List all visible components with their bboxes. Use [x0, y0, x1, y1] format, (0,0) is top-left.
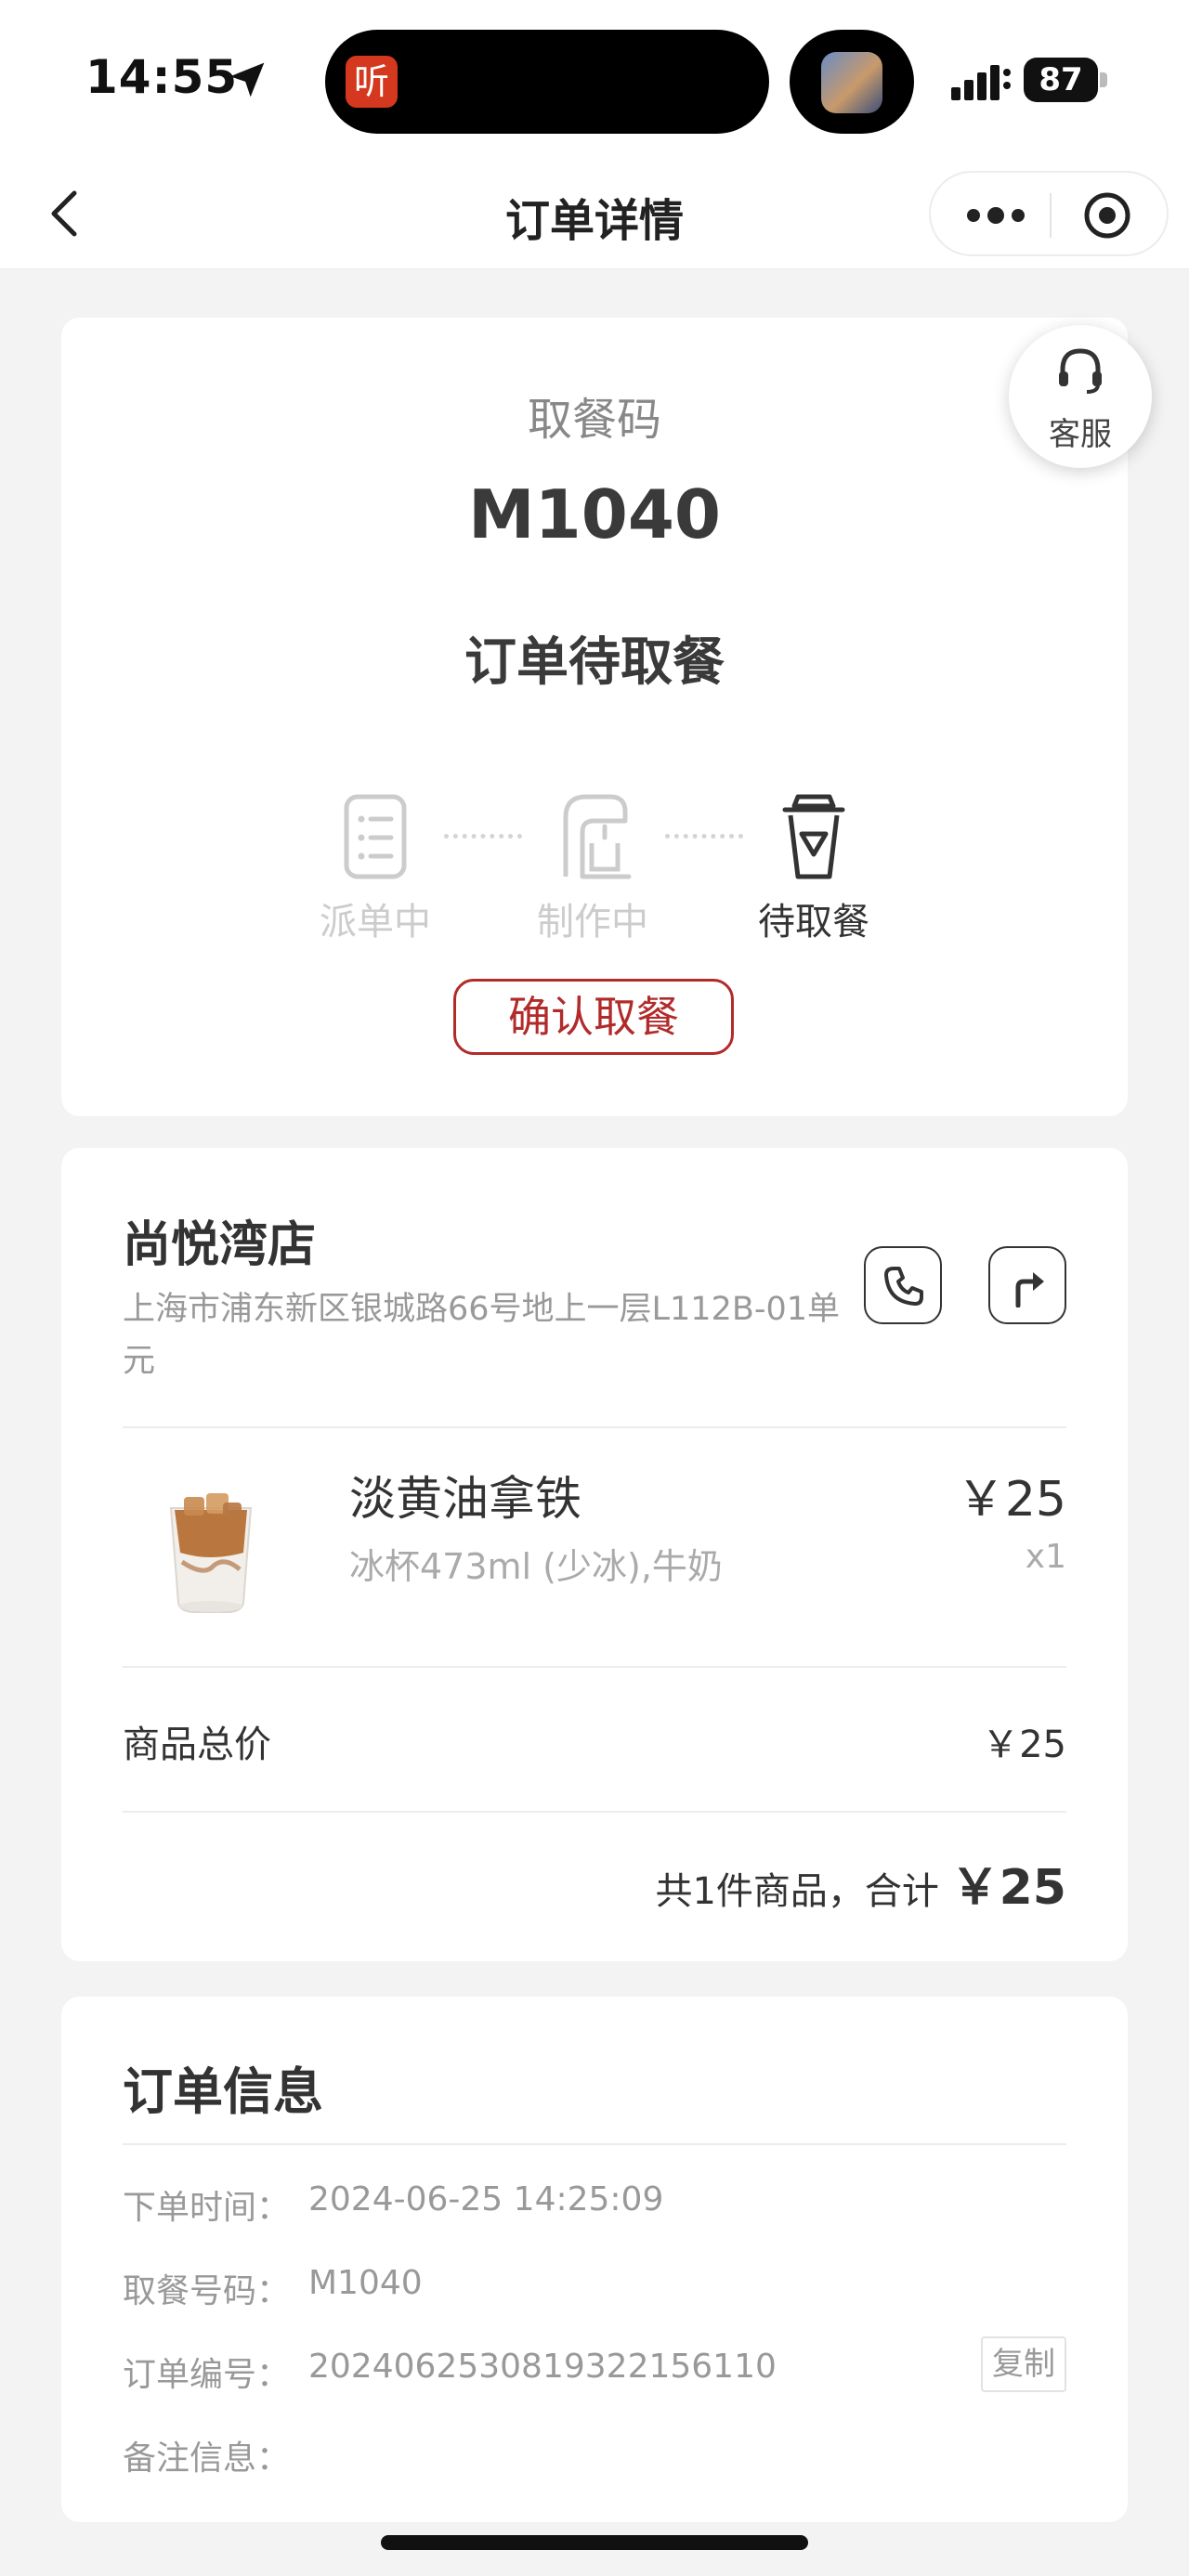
nav-bar: 订单详情 — [0, 158, 1189, 269]
pickup-code: M1040 — [467, 475, 722, 553]
copy-order-number-button[interactable]: 复制 — [981, 2336, 1066, 2392]
status-bar: 14:55 听 87 — [0, 0, 1189, 158]
pickup-number-value: M1040 — [308, 2264, 423, 2302]
product-name: 淡黄油拿铁 — [349, 1472, 581, 1526]
signal-icon — [951, 65, 1011, 100]
list-icon — [344, 794, 407, 879]
navigate-store-button[interactable] — [988, 1246, 1066, 1324]
divider — [123, 2143, 1066, 2145]
dynamic-island: 听 — [325, 30, 769, 134]
order-info-card: 订单信息 下单时间： 2024-06-25 14:25:09 取餐号码： M10… — [61, 1997, 1128, 2522]
close-target-icon[interactable] — [1081, 189, 1133, 241]
cup-icon — [782, 794, 845, 879]
dynamic-island-media — [790, 30, 914, 134]
remark-label: 备注信息： — [123, 2439, 291, 2478]
order-info-title: 订单信息 — [123, 2062, 323, 2121]
store-name: 尚悦湾店 — [123, 1217, 317, 1273]
headset-icon — [1059, 348, 1102, 394]
product-quantity: x1 — [1025, 1538, 1066, 1576]
order-status-text: 订单待取餐 — [464, 632, 725, 693]
customer-service-label: 客服 — [1049, 416, 1112, 453]
order-total-label: 共1件商品，合计 — [655, 1870, 939, 1913]
product-image — [169, 1493, 253, 1613]
order-total-amount: ￥25 — [950, 1860, 1066, 1916]
store-address: 上海市浦东新区银城路66号地上一层L112B-01单元 — [123, 1291, 841, 1380]
order-total: 共1件商品，合计 ￥25 — [655, 1848, 1066, 1918]
store-order-card: 尚悦湾店 上海市浦东新区银城路66号地上一层L112B-01单元 淡黄油拿铁 冰… — [61, 1148, 1128, 1961]
home-indicator — [381, 2535, 808, 2550]
product-spec: 冰杯473ml (少冰),牛奶 — [349, 1546, 723, 1587]
order-time-label: 下单时间： — [123, 2189, 291, 2227]
step-label-dispatching: 派单中 — [320, 901, 431, 943]
divider — [123, 1666, 1066, 1668]
divider — [123, 1811, 1066, 1813]
order-time-value: 2024-06-25 14:25:09 — [308, 2180, 664, 2218]
coffee-machine-icon — [563, 794, 632, 879]
navigation-arrow-icon — [1015, 1272, 1044, 1308]
step-connector — [444, 834, 522, 839]
pickup-code-label: 取餐码 — [527, 394, 661, 446]
customer-service-button[interactable]: 客服 — [1009, 325, 1152, 468]
step-label-ready: 待取餐 — [758, 901, 869, 943]
battery-icon: 87 — [1024, 58, 1107, 102]
call-store-button[interactable] — [864, 1246, 942, 1324]
step-label-making: 制作中 — [537, 901, 648, 943]
media-thumbnail — [821, 52, 882, 113]
product-price: ￥25 — [956, 1472, 1066, 1528]
pickup-number-label: 取餐号码： — [123, 2272, 291, 2310]
location-arrow-icon — [229, 62, 265, 98]
confirm-pickup-button[interactable]: 确认取餐 — [453, 979, 734, 1055]
step-connector — [665, 834, 743, 839]
subtotal-value: ￥25 — [982, 1724, 1066, 1766]
order-number-label: 订单编号： — [123, 2356, 291, 2394]
more-icon[interactable] — [959, 193, 1033, 238]
battery-level: 87 — [1024, 58, 1098, 102]
phone-icon — [884, 1267, 923, 1306]
status-time: 14:55 — [85, 50, 239, 104]
capsule-divider — [1050, 193, 1052, 238]
order-number-value: 20240625308193221561​10 — [308, 2348, 777, 2386]
listening-app-icon: 听 — [346, 56, 398, 108]
mini-program-capsule — [929, 171, 1169, 256]
divider — [123, 1426, 1066, 1428]
order-status-card: 取餐码 M1040 订单待取餐 派单中 制作中 待取餐 确认取餐 — [61, 318, 1128, 1116]
subtotal-label: 商品总价 — [123, 1724, 271, 1766]
